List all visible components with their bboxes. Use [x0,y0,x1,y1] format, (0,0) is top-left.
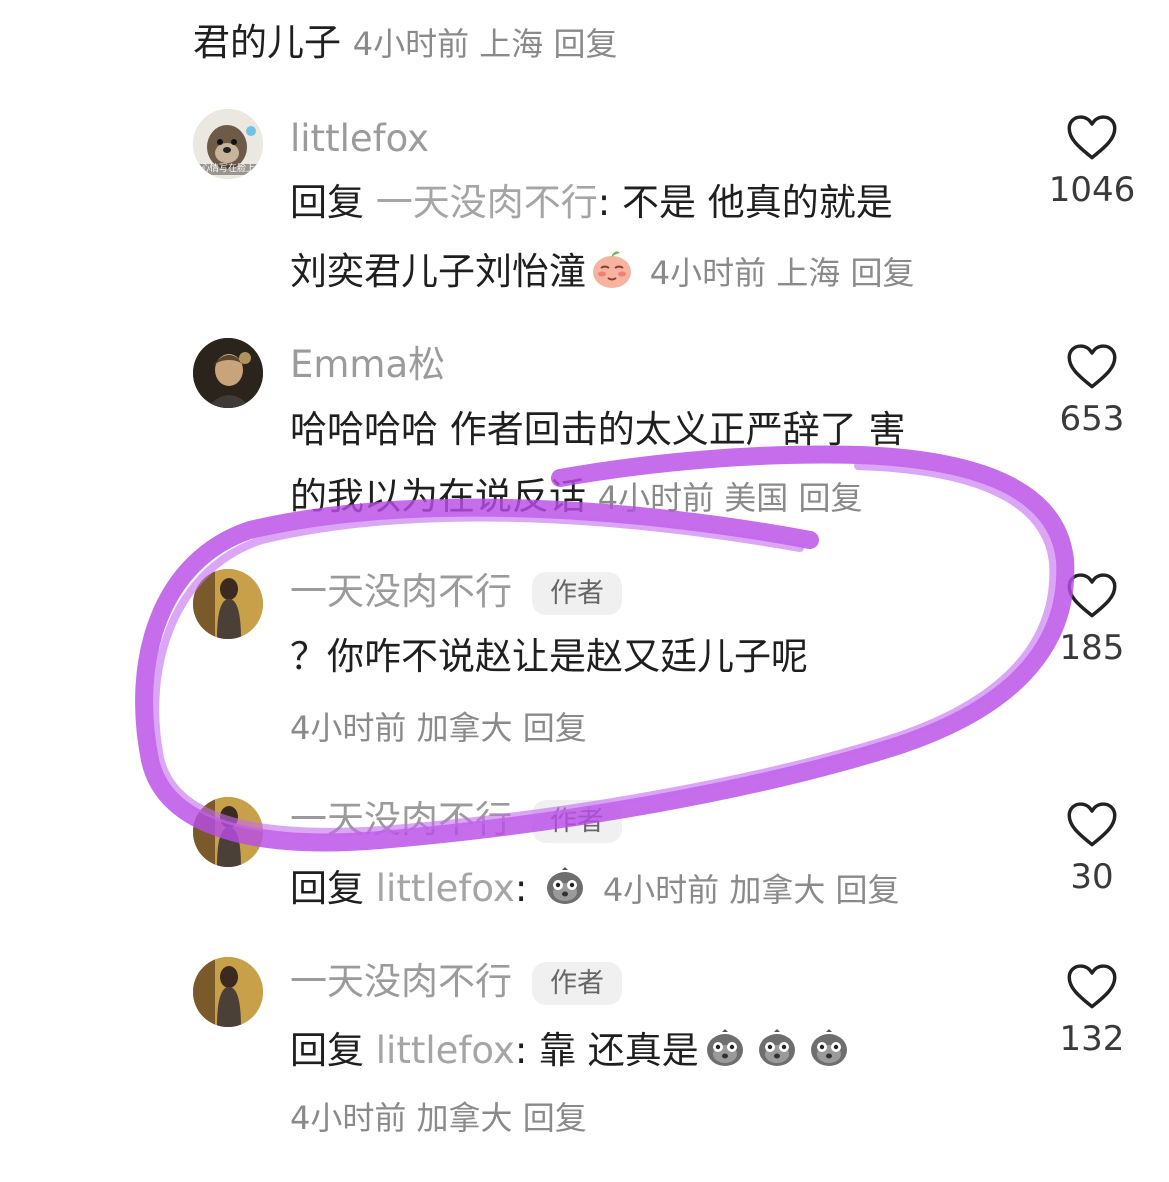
avatar-caption: 心情写在脸上 [193,164,263,175]
heart-icon[interactable] [1066,962,1118,1010]
comment-text-line: ？你咋不说赵让是赵又廷儿子呢 [290,634,808,680]
comment-meta-line: 4小时前 加拿大 回复 [290,704,587,750]
avatar-littlefox[interactable]: 心情写在脸上 [193,109,263,179]
pigeon-emoji-icon [807,1025,851,1069]
like-button[interactable]: 1046 [1040,113,1144,207]
like-button[interactable]: 30 [1040,800,1144,894]
reply-prefix: 回复 [290,181,364,224]
pigeon-emoji-icon [703,1025,747,1069]
avatar-emma[interactable] [193,338,263,408]
pigeon-emoji-icon [543,863,587,907]
reply-target[interactable]: littlefox [376,867,515,910]
comment-text-line: 回复 littlefox: 4小时前 加拿大 回复 [290,863,900,912]
like-count: 132 [1059,1019,1125,1059]
reply-colon: : [514,1029,528,1072]
comment-text: 哈哈哈哈 作者回击的太义正严辞了 害 [290,408,906,451]
shy-emoji-icon [590,246,634,290]
comment-username[interactable]: 一天没肉不行 作者 [290,960,622,1006]
comment-username[interactable]: Emma松 [290,343,445,387]
heart-icon[interactable] [1066,800,1118,848]
reply-colon: : [514,867,528,910]
author-badge: 作者 [532,799,622,844]
heart-icon[interactable] [1066,113,1118,161]
like-button[interactable]: 185 [1040,571,1144,665]
avatar-author[interactable] [193,957,263,1027]
pigeon-emoji-icon [755,1025,799,1069]
reply-target[interactable]: littlefox [376,1029,515,1072]
avatar-author[interactable] [193,569,263,639]
comment-text: 刘奕君儿子刘怡潼 [290,250,586,293]
comment-text: 不是 他真的就是 [622,181,893,224]
comment-meta[interactable]: 4小时前 加拿大 回复 [603,871,900,909]
username-text[interactable]: 一天没肉不行 [290,570,512,613]
previous-comment-tail: 君的儿子 4小时前 上海 回复 [193,20,617,66]
comment-meta[interactable]: 4小时前 加拿大 回复 [290,709,587,747]
reply-prefix: 回复 [290,1029,364,1072]
comment-text: ？你咋不说赵让是赵又廷儿子呢 [290,635,808,678]
like-count: 1046 [1048,170,1136,210]
avatar-author[interactable] [193,797,263,867]
comment-meta-line: 4小时前 加拿大 回复 [290,1094,587,1140]
comment-text-line: 回复 littlefox: 靠 还真是 [290,1025,855,1074]
author-badge: 作者 [532,961,622,1006]
comment-username[interactable]: 一天没肉不行 作者 [290,570,622,616]
like-count: 30 [1070,857,1114,897]
reply-prefix: 回复 [290,867,364,910]
reply-colon: : [597,181,611,224]
like-button[interactable]: 653 [1040,342,1144,436]
comment-text-line: 刘奕君儿子刘怡潼 4小时前 上海 回复 [290,246,914,295]
comment-text: 的我以为在说反话 [290,475,586,518]
comment-text: 靠 还真是 [539,1029,699,1072]
heart-icon[interactable] [1066,342,1118,390]
comment-text-line: 的我以为在说反话 4小时前 美国 回复 [290,474,862,520]
username-text[interactable]: 一天没肉不行 [290,798,512,841]
username-text[interactable]: 一天没肉不行 [290,960,512,1003]
author-badge: 作者 [532,571,622,616]
comment-text-line: 回复 一天没肉不行: 不是 他真的就是 [290,180,893,226]
reply-target[interactable]: 一天没肉不行 [376,181,598,224]
previous-comment-text: 君的儿子 [193,21,341,64]
like-count: 653 [1059,399,1125,439]
comment-meta[interactable]: 4小时前 上海 回复 [650,254,915,292]
comment-meta[interactable]: 4小时前 美国 回复 [598,479,863,517]
comment-meta[interactable]: 4小时前 加拿大 回复 [290,1099,587,1137]
comment-text-line: 哈哈哈哈 作者回击的太义正严辞了 害 [290,407,906,453]
like-count: 185 [1059,628,1125,668]
comment-username[interactable]: 一天没肉不行 作者 [290,798,622,844]
previous-comment-meta[interactable]: 4小时前 上海 回复 [353,25,618,63]
heart-icon[interactable] [1066,571,1118,619]
like-button[interactable]: 132 [1040,962,1144,1056]
comment-username[interactable]: littlefox [290,117,429,161]
